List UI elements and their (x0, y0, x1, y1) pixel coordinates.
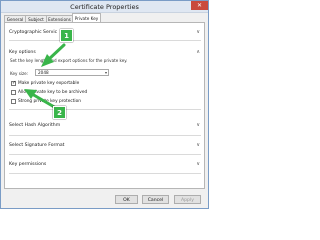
callout-badge-1: 1 (60, 29, 73, 42)
annotation-arrows (24, 43, 66, 110)
arrow-1-line (46, 43, 66, 62)
callout-badge-2: 2 (53, 106, 66, 119)
